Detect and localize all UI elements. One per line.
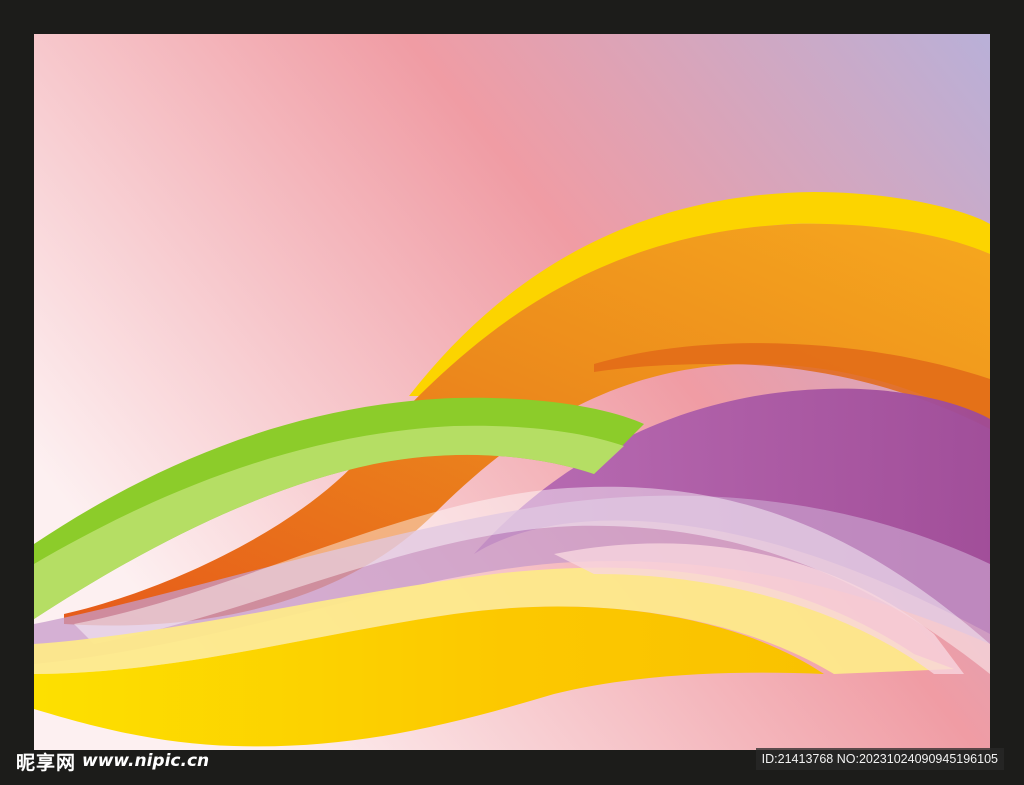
watermark-id-text: ID:21413768 NO:20231024090945196105 <box>761 752 998 766</box>
image-frame: 昵享网 www.nipic.cn ID:21413768 NO:20231024… <box>0 0 1024 785</box>
watermark-site-text: www.nipic.cn <box>82 751 210 771</box>
wave-artwork <box>34 34 990 750</box>
watermark-brand: 昵享网 www.nipic.cn <box>16 748 209 774</box>
wave-svg <box>34 34 990 750</box>
watermark-brand-text: 昵享网 <box>16 751 77 774</box>
watermark-id: ID:21413768 NO:20231024090945196105 <box>755 748 1004 770</box>
